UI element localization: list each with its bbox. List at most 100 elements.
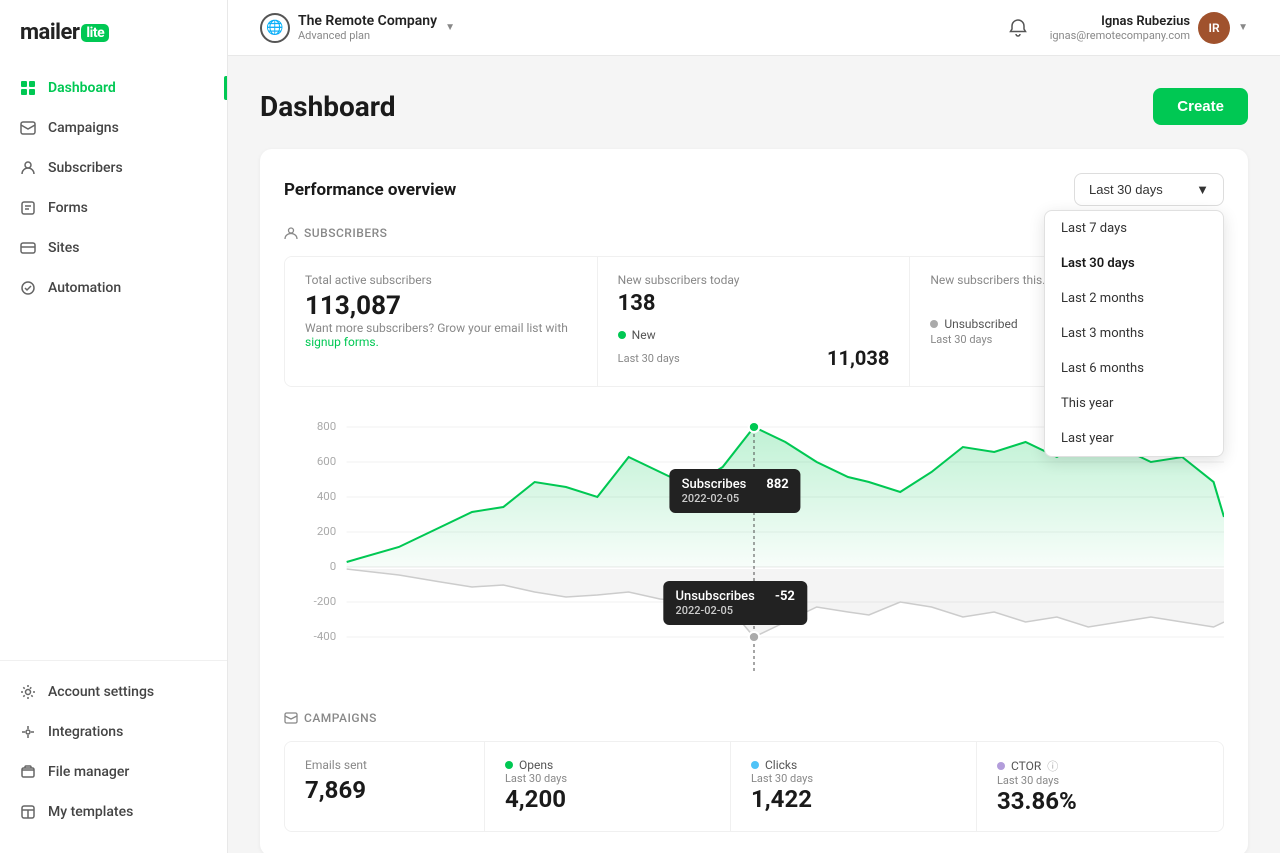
tooltip-sub-label: Subscribes [682, 477, 747, 492]
user-email: ignas@remotecompany.com [1050, 29, 1190, 42]
opens-stat: Opens Last 30 days 4,200 [485, 742, 731, 831]
sidebar-item-dashboard[interactable]: Dashboard [8, 69, 219, 107]
dropdown-option-last2m[interactable]: Last 2 months [1045, 281, 1223, 316]
svg-text:400: 400 [317, 490, 336, 503]
new-30-value: 11,038 [827, 346, 889, 370]
sites-icon [20, 240, 36, 256]
subscribers-hint: Want more subscribers? Grow your email l… [305, 321, 577, 349]
company-name: The Remote Company [298, 13, 437, 29]
total-subscribers-value: 113,087 [305, 291, 577, 321]
clicks-stat: Clicks Last 30 days 1,422 [731, 742, 977, 831]
dropdown-option-last3m[interactable]: Last 3 months [1045, 316, 1223, 351]
dropdown-option-last30[interactable]: Last 30 days [1045, 246, 1223, 281]
campaigns-icon [20, 120, 36, 136]
campaigns-label: Campaigns [304, 711, 377, 725]
topbar: 🌐 The Remote Company Advanced plan ▼ Ign… [228, 0, 1280, 56]
clicks-dot [751, 761, 759, 769]
subscribe-tooltip: Subscribes 882 2022-02-05 [670, 469, 801, 513]
topbar-right: Ignas Rubezius ignas@remotecompany.com I… [1002, 12, 1248, 44]
ctor-value: 33.86% [997, 787, 1203, 815]
total-subscribers-label: Total active subscribers [305, 273, 577, 287]
logo-badge: lite [81, 24, 109, 42]
topbar-company-info[interactable]: 🌐 The Remote Company Advanced plan ▼ [260, 13, 455, 43]
subscribers-label: Subscribers [304, 226, 387, 240]
opens-dot [505, 761, 513, 769]
unsub-period-label: Unsubscribed [944, 317, 1017, 331]
dashboard-icon [20, 80, 36, 96]
unsub-dot [930, 320, 938, 328]
user-avatar: IR [1198, 12, 1230, 44]
sidebar-label-file-manager: File manager [48, 764, 129, 780]
globe-icon: 🌐 [260, 13, 290, 43]
sidebar-item-campaigns[interactable]: Campaigns [8, 109, 219, 147]
date-range-dropdown[interactable]: Last 30 days ▼ [1074, 173, 1224, 206]
unsubscribe-tooltip: Unsubscribes -52 2022-02-05 [664, 581, 807, 625]
svg-text:800: 800 [317, 420, 336, 433]
dropdown-option-thisyear[interactable]: This year [1045, 386, 1223, 421]
new-label: New [632, 328, 656, 342]
performance-title: Performance overview [284, 180, 456, 200]
sidebar-item-sites[interactable]: Sites [8, 229, 219, 267]
tooltip-unsub-date: 2022-02-05 [676, 604, 795, 617]
content-area: Dashboard Create Performance overview La… [228, 56, 1280, 853]
sidebar-label-dashboard: Dashboard [48, 80, 116, 96]
dropdown-option-last6m[interactable]: Last 6 months [1045, 351, 1223, 386]
sidebar-item-forms[interactable]: Forms [8, 189, 219, 227]
svg-text:600: 600 [317, 455, 336, 468]
emails-sent-value: 7,869 [305, 776, 464, 804]
clicks-period: Last 30 days [751, 772, 956, 785]
sidebar-item-subscribers[interactable]: Subscribers [8, 149, 219, 187]
campaigns-section-label: Campaigns [284, 711, 1224, 725]
sidebar-item-automation[interactable]: Automation [8, 269, 219, 307]
notifications-bell-icon[interactable] [1002, 12, 1034, 44]
dropdown-option-last7[interactable]: Last 7 days [1045, 211, 1223, 246]
sidebar-item-integrations[interactable]: Integrations [8, 713, 219, 751]
company-plan: Advanced plan [298, 29, 437, 42]
tooltip-sub-date: 2022-02-05 [682, 492, 789, 505]
sidebar-label-campaigns: Campaigns [48, 120, 119, 136]
user-chevron-icon: ▼ [1238, 22, 1248, 33]
user-menu[interactable]: Ignas Rubezius ignas@remotecompany.com I… [1050, 12, 1248, 44]
page-header: Dashboard Create [260, 88, 1248, 125]
clicks-value: 1,422 [751, 785, 956, 813]
sidebar-bottom: Account settings Integrations File manag… [0, 660, 227, 853]
tooltip-sub-value: 882 [766, 477, 788, 492]
opens-period: Last 30 days [505, 772, 710, 785]
ctor-period: Last 30 days [997, 774, 1203, 787]
date-range-dropdown-wrapper: Last 30 days ▼ Last 7 days Last 30 days … [1074, 173, 1224, 206]
sidebar-nav: Dashboard Campaigns Subscribers Forms [0, 69, 227, 660]
emails-sent-label: Emails sent [305, 758, 464, 772]
subscribers-icon [20, 160, 36, 176]
sidebar-label-forms: Forms [48, 200, 88, 216]
ctor-stat: CTOR ⓘ Last 30 days 33.86% [977, 742, 1223, 831]
dropdown-chevron-icon: ▼ [1196, 182, 1209, 197]
svg-text:0: 0 [330, 560, 336, 573]
templates-icon [20, 804, 36, 820]
opens-label: Opens [519, 758, 553, 772]
performance-card: Performance overview Last 30 days ▼ Last… [260, 149, 1248, 853]
new-today-label: New subscribers today [618, 273, 890, 287]
emails-sent-stat: Emails sent 7,869 [285, 742, 485, 831]
integrations-icon [20, 724, 36, 740]
forms-icon [20, 200, 36, 216]
svg-text:-200: -200 [314, 595, 337, 608]
sidebar-item-file-manager[interactable]: File manager [8, 753, 219, 791]
sidebar-label-account-settings: Account settings [48, 684, 154, 700]
sidebar-item-my-templates[interactable]: My templates [8, 793, 219, 831]
signup-forms-link[interactable]: signup forms. [305, 335, 379, 349]
account-settings-icon [20, 684, 36, 700]
campaigns-subsection: Campaigns Emails sent 7,869 Opens Last 3… [284, 711, 1224, 832]
dropdown-option-lastyear[interactable]: Last year [1045, 421, 1223, 456]
create-button[interactable]: Create [1153, 88, 1248, 125]
new-subscribers-today-stat: New subscribers today 138 New Last 30 da… [598, 257, 911, 386]
ctor-dot [997, 762, 1005, 770]
new-dot [618, 331, 626, 339]
sidebar-label-subscribers: Subscribers [48, 160, 123, 176]
ctor-label: CTOR [1011, 759, 1041, 773]
total-subscribers-stat: Total active subscribers 113,087 Want mo… [285, 257, 598, 386]
automation-icon [20, 280, 36, 296]
clicks-label: Clicks [765, 758, 797, 772]
dropdown-selected-label: Last 30 days [1089, 182, 1163, 197]
opens-value: 4,200 [505, 785, 710, 813]
sidebar-item-account-settings[interactable]: Account settings [8, 673, 219, 711]
